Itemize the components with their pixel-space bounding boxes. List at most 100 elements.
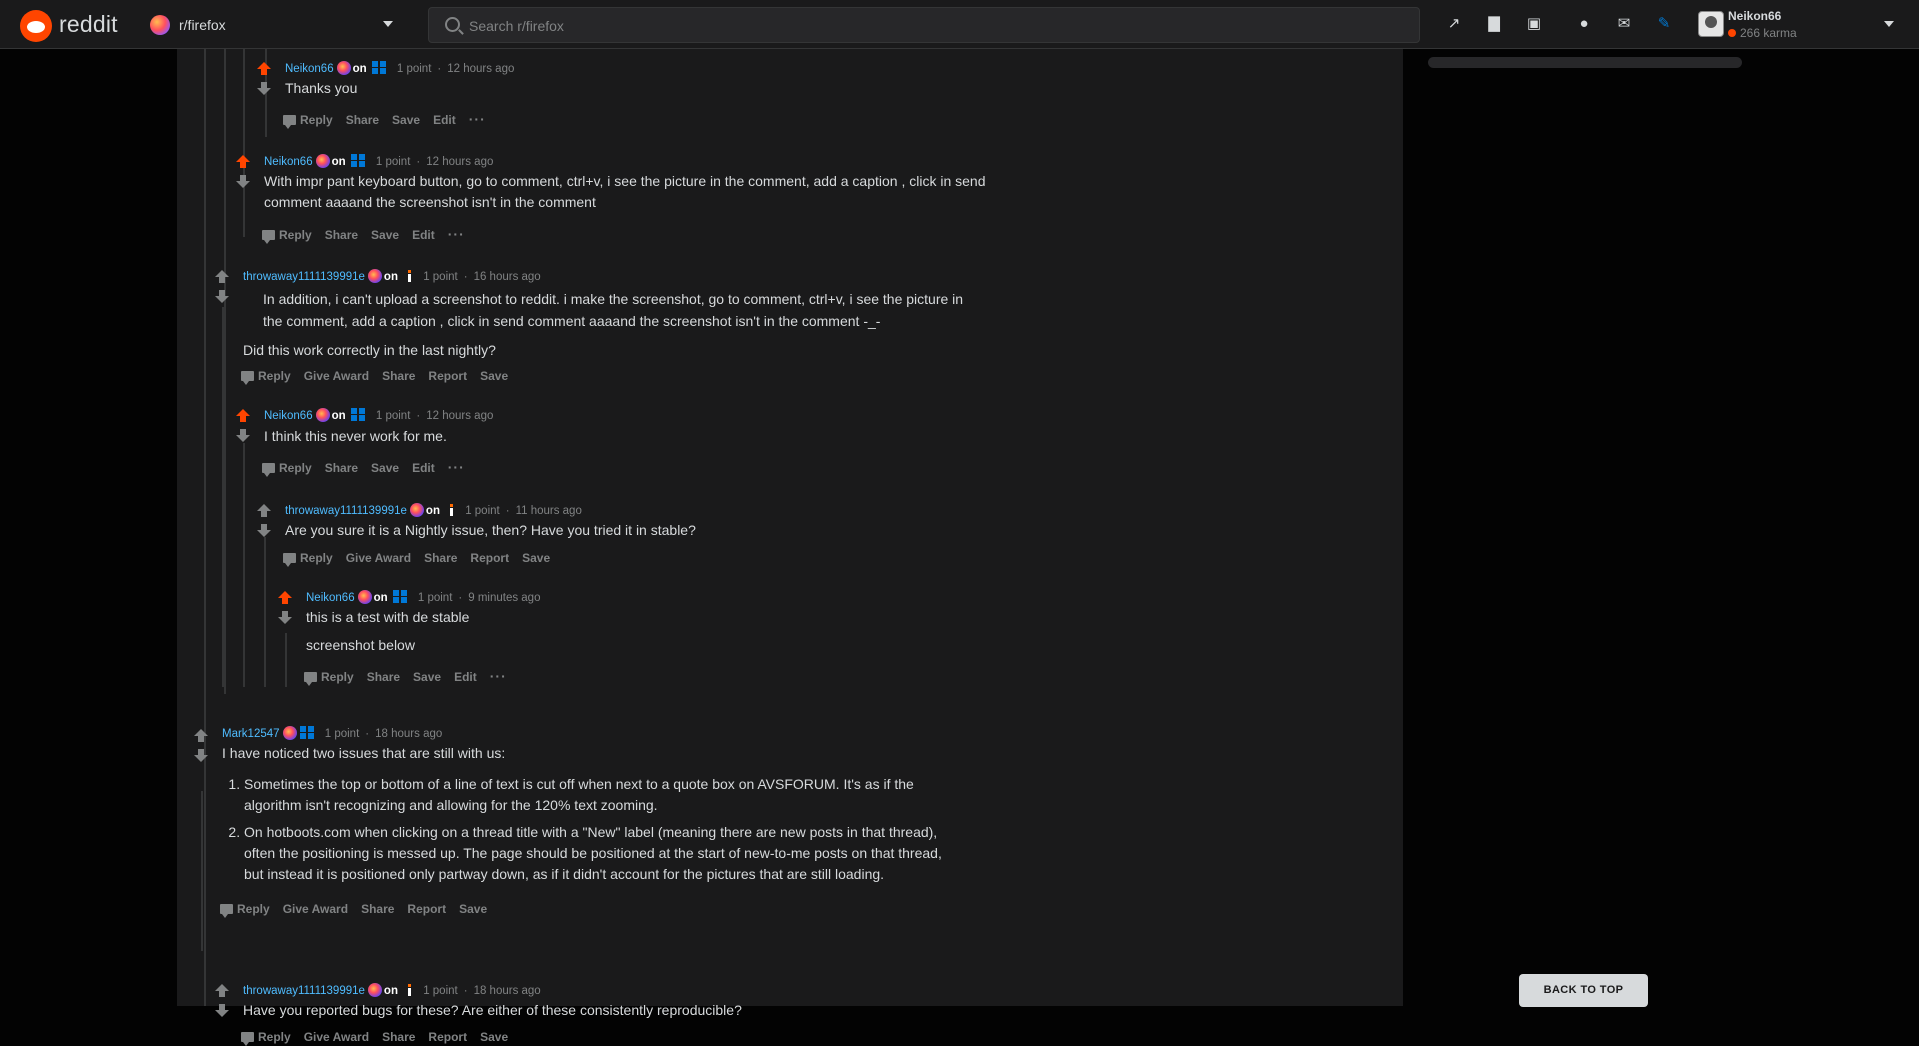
comment-author[interactable]: throwaway1111139991e	[243, 985, 365, 997]
downvote-arrow-icon[interactable]	[278, 611, 292, 625]
more-options-icon[interactable]: ···	[469, 111, 486, 127]
chevron-down-icon[interactable]	[383, 21, 393, 27]
reply-button[interactable]: Reply	[241, 369, 291, 385]
upvote-arrow-icon[interactable]	[215, 984, 229, 998]
reply-button[interactable]: Reply	[241, 1030, 291, 1046]
save-button[interactable]: Save	[392, 113, 420, 127]
upvote-arrow-icon[interactable]	[236, 155, 250, 169]
reddit-wordmark[interactable]: reddit	[59, 11, 118, 38]
comment-time[interactable]: 18 hours ago	[474, 985, 541, 997]
thread-line[interactable]	[243, 49, 245, 237]
upvote-arrow-icon[interactable]	[257, 62, 271, 76]
mail-icon[interactable]: ✉	[1614, 14, 1634, 34]
report-button[interactable]: Report	[407, 902, 446, 916]
user-menu-chevron-icon[interactable]	[1884, 21, 1894, 27]
upvote-arrow-icon[interactable]	[194, 729, 208, 743]
reply-button[interactable]: Reply	[283, 551, 333, 567]
downvote-arrow-icon[interactable]	[236, 429, 250, 443]
downvote-arrow-icon[interactable]	[194, 749, 208, 763]
more-options-icon[interactable]: ···	[448, 459, 465, 475]
comment-time[interactable]: 12 hours ago	[447, 63, 514, 75]
chat-icon[interactable]: ●	[1574, 14, 1594, 34]
upvote-arrow-icon[interactable]	[215, 270, 229, 284]
comment-time[interactable]: 18 hours ago	[375, 728, 442, 740]
downvote-arrow-icon[interactable]	[257, 524, 271, 538]
save-button[interactable]: Save	[522, 551, 550, 565]
comment-actions: Reply Share Save Edit ···	[262, 226, 478, 244]
avatar[interactable]	[1698, 11, 1724, 37]
comment-author[interactable]: Neikon66	[306, 592, 355, 604]
comment-author[interactable]: Neikon66	[264, 156, 313, 168]
thread-line[interactable]	[201, 791, 203, 951]
thread-line[interactable]	[204, 49, 206, 1006]
share-button[interactable]: Share	[325, 228, 358, 242]
reply-button[interactable]: Reply	[262, 228, 312, 244]
give-award-button[interactable]: Give Award	[346, 551, 411, 565]
upvote-arrow-icon[interactable]	[236, 409, 250, 423]
edit-button[interactable]: Edit	[412, 228, 435, 242]
report-button[interactable]: Report	[470, 551, 509, 565]
comment-time[interactable]: 12 hours ago	[426, 410, 493, 422]
firefox-subreddit-icon[interactable]	[150, 15, 170, 35]
comment-author[interactable]: Neikon66	[285, 63, 334, 75]
comment-time[interactable]: 12 hours ago	[426, 156, 493, 168]
downvote-arrow-icon[interactable]	[236, 175, 250, 189]
upvote-arrow-icon[interactable]	[257, 504, 271, 518]
comment-time[interactable]: 11 hours ago	[516, 505, 582, 517]
user-name[interactable]: Neikon66	[1728, 9, 1781, 23]
report-button[interactable]: Report	[428, 369, 467, 383]
subreddit-selector[interactable]: r/firefox	[179, 17, 226, 33]
comment-author[interactable]: throwaway1111139991e	[285, 505, 407, 517]
report-button[interactable]: Report	[428, 1030, 467, 1044]
edit-button[interactable]: Edit	[433, 113, 456, 127]
save-button[interactable]: Save	[459, 902, 487, 916]
save-button[interactable]: Save	[480, 369, 508, 383]
thread-line[interactable]	[224, 49, 226, 694]
comment-time[interactable]: 9 minutes ago	[468, 592, 540, 604]
reply-button[interactable]: Reply	[220, 902, 270, 918]
more-options-icon[interactable]: ···	[490, 668, 507, 684]
thread-line[interactable]	[264, 537, 266, 687]
share-button[interactable]: Share	[361, 902, 394, 916]
thread-line[interactable]	[222, 307, 224, 687]
reddit-logo-icon[interactable]	[20, 10, 52, 42]
give-award-button[interactable]: Give Award	[304, 369, 369, 383]
comment-author[interactable]: throwaway1111139991e	[243, 271, 365, 283]
edit-button[interactable]: Edit	[454, 670, 477, 684]
save-button[interactable]: Save	[371, 461, 399, 475]
popular-trending-icon[interactable]: ↗	[1444, 14, 1464, 34]
comment-author[interactable]: Neikon66	[264, 410, 313, 422]
reply-button[interactable]: Reply	[262, 461, 312, 477]
reply-button[interactable]: Reply	[304, 670, 354, 686]
give-award-button[interactable]: Give Award	[304, 1030, 369, 1044]
share-button[interactable]: Share	[325, 461, 358, 475]
thread-line[interactable]	[285, 633, 287, 687]
downvote-arrow-icon[interactable]	[215, 1004, 229, 1018]
comment-time[interactable]: 16 hours ago	[474, 271, 541, 283]
firefox-flair-icon	[409, 503, 424, 517]
thread-line[interactable]	[243, 443, 245, 687]
share-button[interactable]: Share	[424, 551, 457, 565]
save-button[interactable]: Save	[413, 670, 441, 684]
reply-button[interactable]: Reply	[283, 113, 333, 129]
save-button[interactable]: Save	[371, 228, 399, 242]
share-button[interactable]: Share	[346, 113, 379, 127]
edit-button[interactable]: Edit	[412, 461, 435, 475]
comment-author[interactable]: Mark12547	[222, 728, 280, 740]
more-options-icon[interactable]: ···	[448, 226, 465, 242]
downvote-arrow-icon[interactable]	[215, 290, 229, 304]
downvote-arrow-icon[interactable]	[257, 82, 271, 96]
save-button[interactable]: Save	[480, 1030, 508, 1044]
create-post-pencil-icon[interactable]: ✎	[1654, 14, 1674, 34]
share-button[interactable]: Share	[382, 369, 415, 383]
search-input[interactable]: Search r/firefox	[428, 7, 1420, 43]
separator: ·	[365, 728, 370, 740]
all-chart-icon[interactable]: ▇	[1484, 14, 1504, 34]
comment-actions: Reply Give Award Share Report Save	[220, 902, 500, 918]
upvote-arrow-icon[interactable]	[278, 591, 292, 605]
give-award-button[interactable]: Give Award	[283, 902, 348, 916]
share-button[interactable]: Share	[382, 1030, 415, 1044]
video-cc-icon[interactable]: ▣	[1524, 14, 1544, 34]
back-to-top-button[interactable]: BACK TO TOP	[1519, 974, 1648, 1007]
share-button[interactable]: Share	[367, 670, 400, 684]
